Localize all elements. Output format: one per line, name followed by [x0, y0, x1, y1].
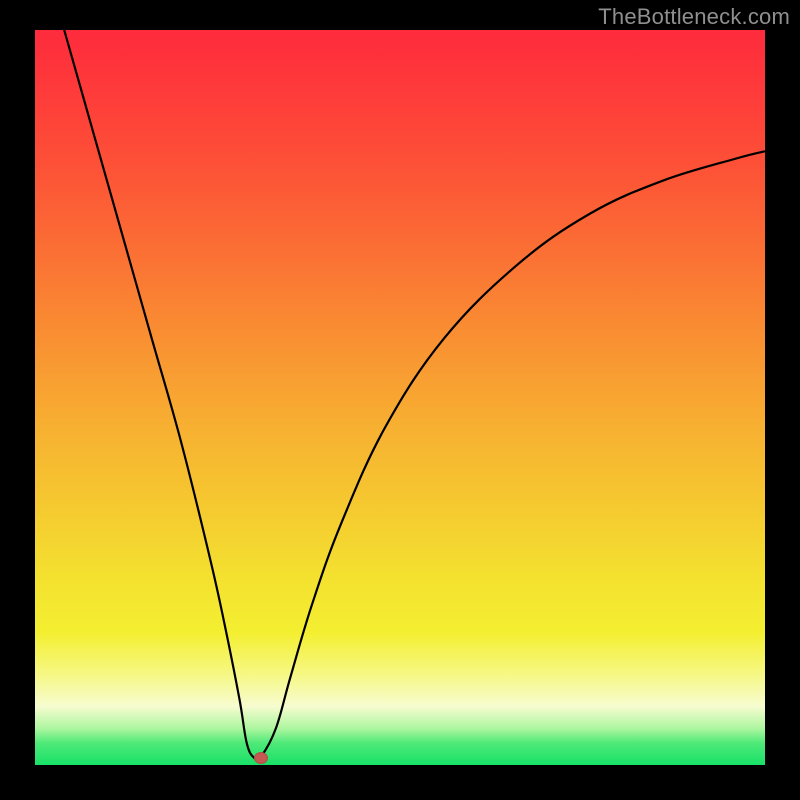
chart-plot-area: [35, 30, 765, 765]
watermark-text: TheBottleneck.com: [598, 4, 790, 30]
curve-path: [64, 30, 765, 760]
chart-frame: TheBottleneck.com: [0, 0, 800, 800]
min-marker-icon: [254, 752, 268, 764]
chart-curve: [35, 30, 765, 765]
